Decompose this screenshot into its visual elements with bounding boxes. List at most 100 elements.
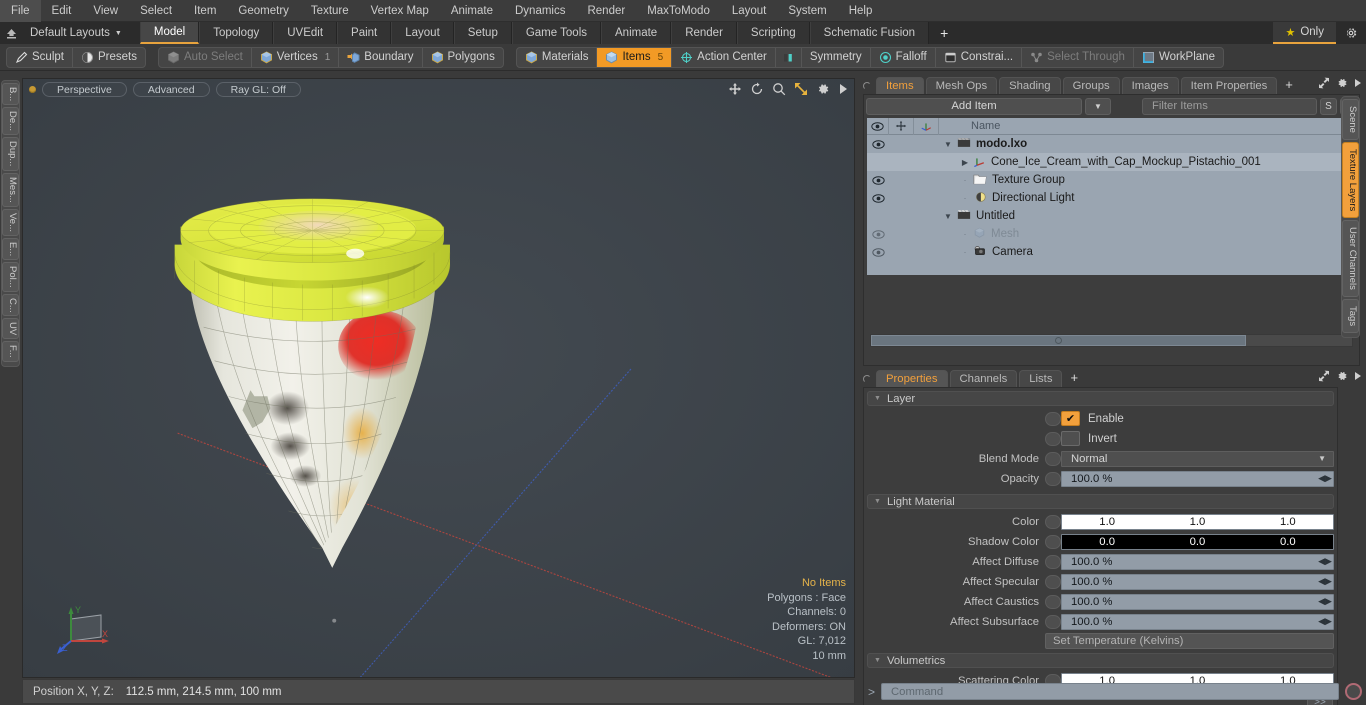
opacity-knob[interactable] <box>1045 471 1061 486</box>
tab-properties[interactable]: Properties <box>876 370 948 387</box>
invert-knob[interactable] <box>1045 431 1061 446</box>
section-volumetrics-header[interactable]: ▼ Volumetrics <box>867 653 1334 668</box>
affect-specular-spinner[interactable]: ◀▶ <box>1318 575 1332 589</box>
tab-channels[interactable]: Channels <box>949 370 1018 387</box>
menu-view[interactable]: View <box>82 0 129 22</box>
right-tab-tags[interactable]: Tags <box>1342 299 1359 334</box>
affect-subsurface-input[interactable]: 100.0 % ◀▶ <box>1061 613 1334 630</box>
sculpt-button[interactable]: Sculpt <box>7 47 73 67</box>
table-row[interactable]: · Camera <box>867 243 1356 261</box>
3d-viewport[interactable]: Perspective Advanced Ray GL: Off No Item… <box>22 78 855 678</box>
shadow-color-knob[interactable] <box>1045 534 1061 549</box>
scrollbar-thumb[interactable] <box>871 335 1247 346</box>
blend-mode-knob[interactable] <box>1045 451 1061 466</box>
column-axis-icon[interactable] <box>914 117 939 135</box>
constraint-button[interactable]: Constrai... <box>936 47 1023 67</box>
affect-specular-input[interactable]: 100.0 % ◀▶ <box>1061 573 1334 590</box>
layout-tab-model[interactable]: Model <box>139 22 200 44</box>
color-knob[interactable] <box>1045 514 1061 529</box>
play-icon[interactable] <box>838 83 848 98</box>
row-expander-icon[interactable]: ▶ <box>957 158 973 167</box>
rotate-icon[interactable] <box>750 82 764 99</box>
affect-specular-knob[interactable] <box>1045 574 1061 589</box>
affect-diffuse-knob[interactable] <box>1045 554 1061 569</box>
presets-button[interactable]: Presets <box>73 48 145 67</box>
blend-mode-select[interactable]: Normal ▼ <box>1061 450 1334 467</box>
layout-tab-uvedit[interactable]: UVEdit <box>273 22 338 44</box>
add-item-button[interactable]: Add Item <box>866 97 1082 115</box>
right-tab-user-channels[interactable]: User Channels <box>1342 220 1359 298</box>
left-tab-fusion[interactable]: F... <box>2 341 19 363</box>
layout-tab-animate[interactable]: Animate <box>601 22 672 44</box>
add-layout-tab-button[interactable]: + <box>929 22 960 44</box>
table-row[interactable]: · Texture Group <box>867 171 1356 189</box>
vertices-button[interactable]: Vertices 1 <box>252 47 340 67</box>
fit-icon[interactable] <box>794 82 808 99</box>
color-value-field[interactable]: 1.0 1.0 1.0 <box>1061 513 1334 530</box>
table-row[interactable]: · Directional Light <box>867 189 1356 207</box>
layout-tab-scripting[interactable]: Scripting <box>736 22 810 44</box>
affect-caustics-spinner[interactable]: ◀▶ <box>1318 595 1332 609</box>
tab-groups[interactable]: Groups <box>1062 77 1120 94</box>
affect-subsurface-spinner[interactable]: ◀▶ <box>1318 615 1332 629</box>
menu-system[interactable]: System <box>777 0 837 22</box>
affect-caustics-knob[interactable] <box>1045 594 1061 609</box>
opacity-spinner[interactable]: ◀▶ <box>1318 472 1332 486</box>
layout-tab-schematic-fusion[interactable]: Schematic Fusion <box>809 22 930 44</box>
gear-icon[interactable] <box>816 82 830 99</box>
enable-checkbox[interactable]: ✔ <box>1061 411 1080 426</box>
tab-images[interactable]: Images <box>1121 77 1179 94</box>
collapse-toolbar-icon[interactable] <box>0 22 22 44</box>
menu-select[interactable]: Select <box>129 0 183 22</box>
auto-select-button[interactable]: Auto Select <box>159 47 252 67</box>
column-lock-icon[interactable] <box>889 117 914 135</box>
row-visibility-toggle[interactable] <box>867 139 889 149</box>
affect-caustics-input[interactable]: 100.0 % ◀▶ <box>1061 593 1334 610</box>
invert-checkbox[interactable] <box>1061 431 1080 446</box>
set-temperature-button[interactable]: Set Temperature (Kelvins) <box>1045 633 1334 649</box>
left-tab-mesh[interactable]: Mes... <box>2 172 19 207</box>
action-center-mode-button[interactable] <box>776 47 802 67</box>
section-light-material-header[interactable]: ▼ Light Material <box>867 494 1334 509</box>
menu-vertex-map[interactable]: Vertex Map <box>360 0 440 22</box>
menu-texture[interactable]: Texture <box>300 0 360 22</box>
menu-item[interactable]: Item <box>183 0 227 22</box>
row-visibility-toggle[interactable] <box>867 247 889 257</box>
item-tree-horizontal-scrollbar[interactable] <box>870 334 1353 347</box>
tab-shading[interactable]: Shading <box>999 77 1061 94</box>
menu-maxtomodo[interactable]: MaxToModo <box>636 0 721 22</box>
expand-panel-icon[interactable] <box>1318 370 1330 385</box>
enable-knob[interactable] <box>1045 411 1061 426</box>
layout-tab-paint[interactable]: Paint <box>337 22 392 44</box>
menu-file[interactable]: File <box>0 0 41 22</box>
row-expander-icon[interactable]: ▼ <box>939 140 957 149</box>
filter-s-button[interactable]: S <box>1320 97 1337 115</box>
viewport-menu-dot[interactable] <box>29 85 36 93</box>
left-tab-polygon[interactable]: Pol... <box>2 261 19 292</box>
row-visibility-toggle[interactable] <box>867 175 889 185</box>
opacity-input[interactable]: 100.0 % ◀▶ <box>1061 470 1334 487</box>
left-tab-uv[interactable]: UV <box>2 318 19 340</box>
panel-menu-dot[interactable] <box>863 375 871 383</box>
viewport-shading-selector[interactable]: Advanced <box>132 81 210 97</box>
tab-item-properties[interactable]: Item Properties <box>1180 77 1278 94</box>
menu-dynamics[interactable]: Dynamics <box>504 0 576 22</box>
section-layer-header[interactable]: ▼ Layer <box>867 391 1334 406</box>
shadow-color-value-field[interactable]: 0.0 0.0 0.0 <box>1061 533 1334 550</box>
row-visibility-toggle[interactable] <box>867 193 889 203</box>
boundary-button[interactable]: Boundary <box>339 47 423 67</box>
affect-diffuse-spinner[interactable]: ◀▶ <box>1318 555 1332 569</box>
layout-tab-game-tools[interactable]: Game Tools <box>511 22 601 44</box>
items-button[interactable]: Items 5 <box>597 47 673 67</box>
settings-gear-icon[interactable] <box>1336 22 1366 44</box>
layout-tab-topology[interactable]: Topology <box>199 22 274 44</box>
table-row[interactable]: · Mesh <box>867 225 1356 243</box>
move-icon[interactable] <box>728 82 742 99</box>
layout-tab-layout[interactable]: Layout <box>391 22 454 44</box>
panel-more-icon[interactable] <box>1354 78 1362 91</box>
add-item-dropdown-icon[interactable]: ▼ <box>1085 97 1111 115</box>
menu-help[interactable]: Help <box>838 0 884 22</box>
table-row[interactable]: ▶ Cone_Ice_Cream_with_Cap_Mockup_Pistach… <box>867 153 1356 171</box>
filter-items-input[interactable]: Filter Items <box>1142 97 1317 115</box>
add-panel-tab-button[interactable]: + <box>1279 77 1299 94</box>
